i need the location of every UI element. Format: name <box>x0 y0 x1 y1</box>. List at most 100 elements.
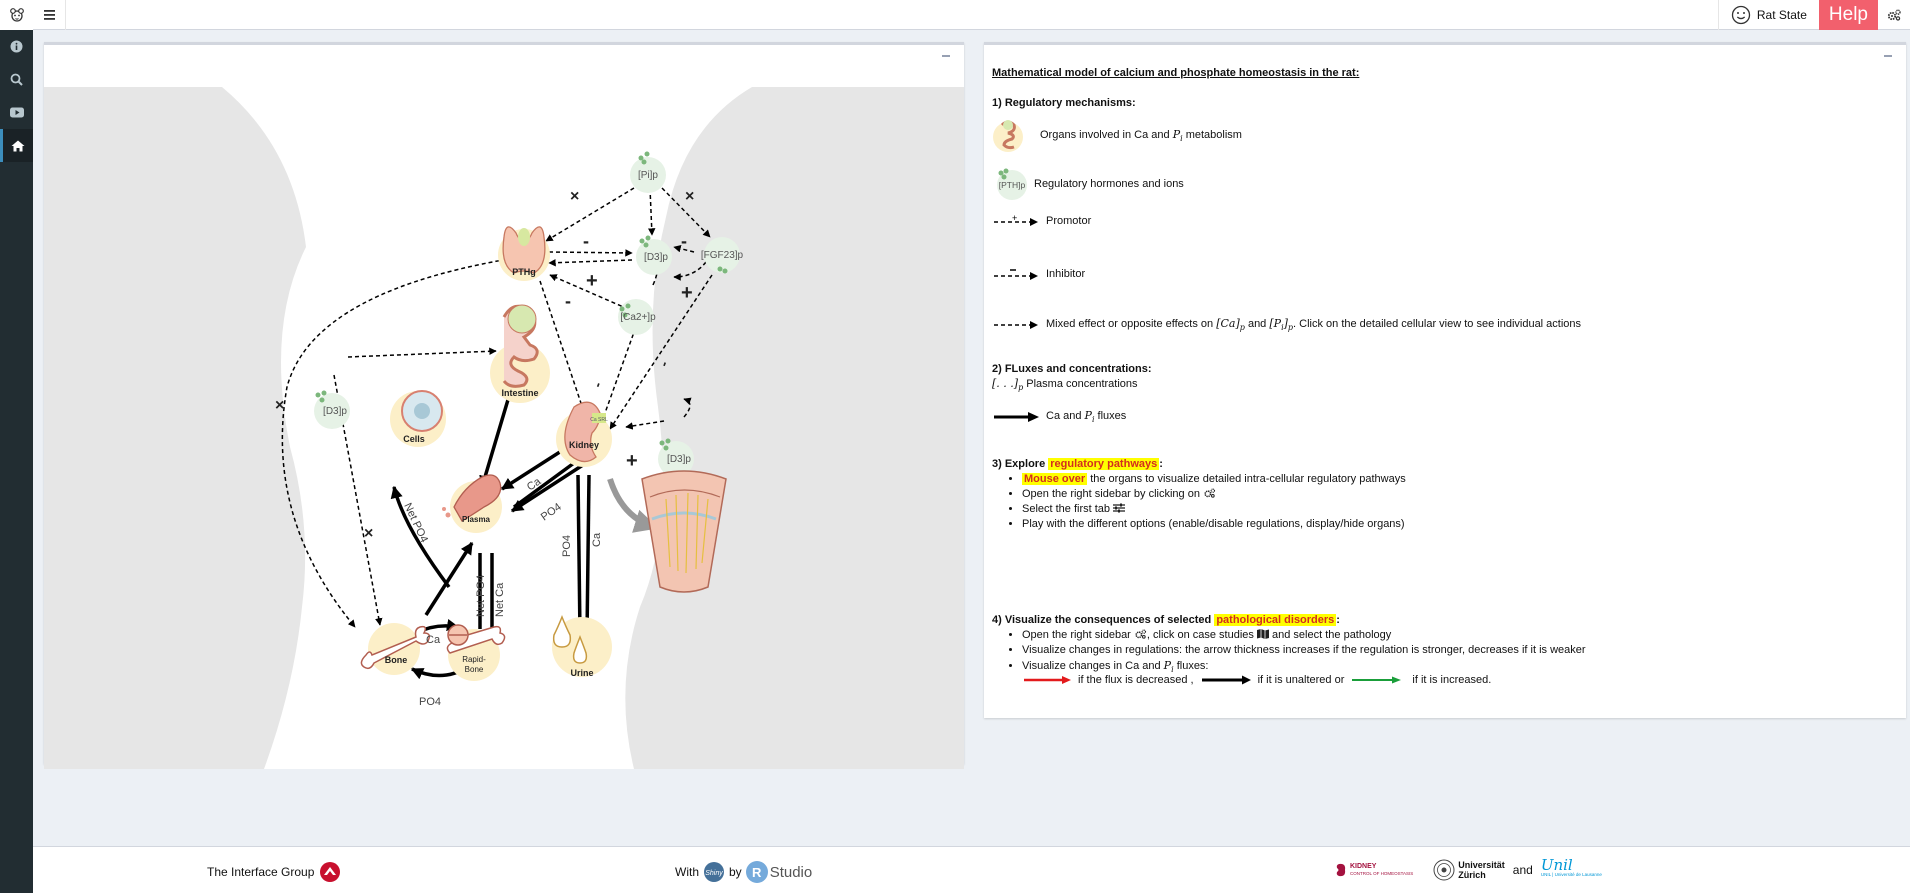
svg-text:Rapid-: Rapid- <box>462 655 486 664</box>
svg-text:Bone: Bone <box>385 655 408 665</box>
svg-text:PTHg: PTHg <box>512 267 536 277</box>
map-icon <box>1256 629 1269 639</box>
info-title: Mathematical model of calcium and phosph… <box>992 67 1360 79</box>
interface-group-logo <box>320 862 341 882</box>
svg-text:Net Ca: Net Ca <box>494 582 506 617</box>
explore-item-mouse-over: Mouse over the organs to visualize detai… <box>1022 472 1406 487</box>
intestine-icon <box>993 120 1023 152</box>
legend-fluxes: Ca and Pi fluxes <box>992 409 1126 424</box>
flux-change-legend: if the flux is decreased , if it is unal… <box>1022 674 1491 686</box>
svg-text:×: × <box>685 188 694 205</box>
gears-icon <box>1204 488 1216 498</box>
promotor-arrow-icon: + <box>994 214 1038 226</box>
sliders-icon <box>1113 503 1126 513</box>
svg-text:Cells: Cells <box>403 434 425 444</box>
right-sidebar-toggle[interactable] <box>1878 0 1910 30</box>
gears-icon <box>1135 629 1146 639</box>
explore-item-play: Play with the different options (enable/… <box>1022 517 1406 532</box>
sidebar-item-home[interactable] <box>0 129 33 162</box>
explore-item-select-tab: Select the first tab <box>1022 502 1406 517</box>
hamburger-icon <box>43 10 55 20</box>
svg-text:[D3]p: [D3]p <box>323 406 347 417</box>
svg-text:+: + <box>1012 214 1017 223</box>
rstudio-logo: R Studio <box>745 861 812 883</box>
svg-text:-: - <box>681 231 687 251</box>
node-d3-top[interactable]: [D3]p <box>636 235 672 276</box>
shiny-logo: Shiny <box>704 862 724 882</box>
top-navbar: Rat State Help <box>0 0 1910 30</box>
collapse-diagram-button[interactable] <box>942 50 952 60</box>
section-fluxes: 2) FLuxes and concentrations: <box>992 363 1152 375</box>
svg-text:×: × <box>570 188 579 205</box>
inhibitor-arrow-icon <box>994 269 1038 280</box>
svg-text:[Pi]p: [Pi]p <box>638 170 658 181</box>
svg-text:+: + <box>586 270 598 292</box>
svg-text:Kidney: Kidney <box>569 440 599 450</box>
gears-icon <box>1887 9 1901 21</box>
sidebar-item-search[interactable] <box>0 63 33 96</box>
svg-text:PO4: PO4 <box>419 696 441 708</box>
kidney-control-logo: KIDNEY CONTROL OF HOMEOSTASIS <box>1335 863 1413 877</box>
organ-cells[interactable]: Cells <box>390 390 446 447</box>
organ-pthg[interactable]: PTHg <box>498 226 550 281</box>
rat-state-label: Rat State <box>1756 8 1807 22</box>
mixed-arrow-icon <box>994 320 1038 329</box>
svg-text:Ca SRL: Ca SRL <box>590 417 608 423</box>
visualize-item-open: Open the right sidebar , click on case s… <box>1022 628 1586 643</box>
left-sidebar <box>0 30 33 893</box>
legend-inhibitor: Inhibitor <box>992 267 1085 281</box>
svg-text:-: - <box>583 231 589 251</box>
svg-text:Bone: Bone <box>465 665 484 674</box>
svg-text:Shiny: Shiny <box>705 870 723 877</box>
node-fgf23[interactable]: [FGF23]p <box>701 237 744 274</box>
smiley-icon <box>1731 5 1751 25</box>
kidney-icon <box>1336 863 1346 877</box>
legend-plasma: [. . .]p Plasma concentrations <box>992 377 1138 393</box>
svg-text:Intestine: Intestine <box>501 388 538 398</box>
sidebar-toggle-button[interactable] <box>33 0 66 30</box>
youtube-icon <box>9 107 24 118</box>
legend-organs: Organs involved in Ca and Pi metabolism <box>992 119 1242 153</box>
legend-hormones: [PTH]p Regulatory hormones and ions <box>992 167 1184 201</box>
svg-text:[D3]p: [D3]p <box>667 454 691 465</box>
svg-text:[Ca2+]p: [Ca2+]p <box>620 312 656 323</box>
legend-promotor: + Promotor <box>992 214 1091 228</box>
sidebar-item-video[interactable] <box>0 96 33 129</box>
interface-group-credit: The Interface Group <box>207 861 342 883</box>
svg-text:Ca: Ca <box>426 634 441 646</box>
diagram-box: × × × × + + + + - - - - - [Pi]p <box>44 42 964 769</box>
black-arrow-icon <box>1201 675 1251 685</box>
rat-logo-icon[interactable] <box>0 0 33 30</box>
uzh-seal-icon <box>1433 859 1455 881</box>
visualize-item-thickness: Visualize changes in regulations: the ar… <box>1022 643 1586 658</box>
hormone-node-icon: [PTH]p <box>997 168 1027 200</box>
home-icon <box>11 140 25 151</box>
sidebar-item-info[interactable] <box>0 30 33 63</box>
svg-text:[PTH]p: [PTH]p <box>999 180 1026 190</box>
info-icon <box>10 40 23 53</box>
rat-state-button[interactable]: Rat State <box>1717 0 1819 30</box>
organ-diagram-svg: × × × × + + + + - - - - - [Pi]p <box>222 87 752 769</box>
collapse-info-button[interactable] <box>1884 50 1894 60</box>
footer: The Interface Group With Shiny by R Stud… <box>33 846 1910 893</box>
legend-mixed: Mixed effect or opposite effects on [Ca]… <box>992 317 1581 332</box>
svg-text:PO4: PO4 <box>561 535 573 557</box>
svg-text:×: × <box>275 397 284 414</box>
kidney-cross-section[interactable] <box>641 470 727 593</box>
search-icon <box>10 73 23 86</box>
section-explore: 3) Explore regulatory pathways: <box>992 458 1163 470</box>
svg-text:+: + <box>681 282 693 304</box>
red-arrow-icon <box>1024 676 1071 684</box>
explore-list: Mouse over the organs to visualize detai… <box>1022 472 1406 532</box>
svg-text:-: - <box>655 358 672 368</box>
section-visualize: 4) Visualize the consequences of selecte… <box>992 614 1340 626</box>
svg-text:Urine: Urine <box>570 668 593 678</box>
svg-text:+: + <box>626 450 638 472</box>
svg-text:×: × <box>364 525 373 542</box>
unil-logo: Unil UNIL | Université de Lausanne <box>1540 856 1602 878</box>
explore-item-open-sidebar: Open the right sidebar by clicking on <box>1022 487 1406 502</box>
shiny-rstudio-credit: With Shiny by R Studio <box>675 861 812 883</box>
svg-text:-: - <box>565 291 571 311</box>
help-button[interactable]: Help <box>1818 0 1878 30</box>
green-arrow-icon <box>1352 676 1402 684</box>
